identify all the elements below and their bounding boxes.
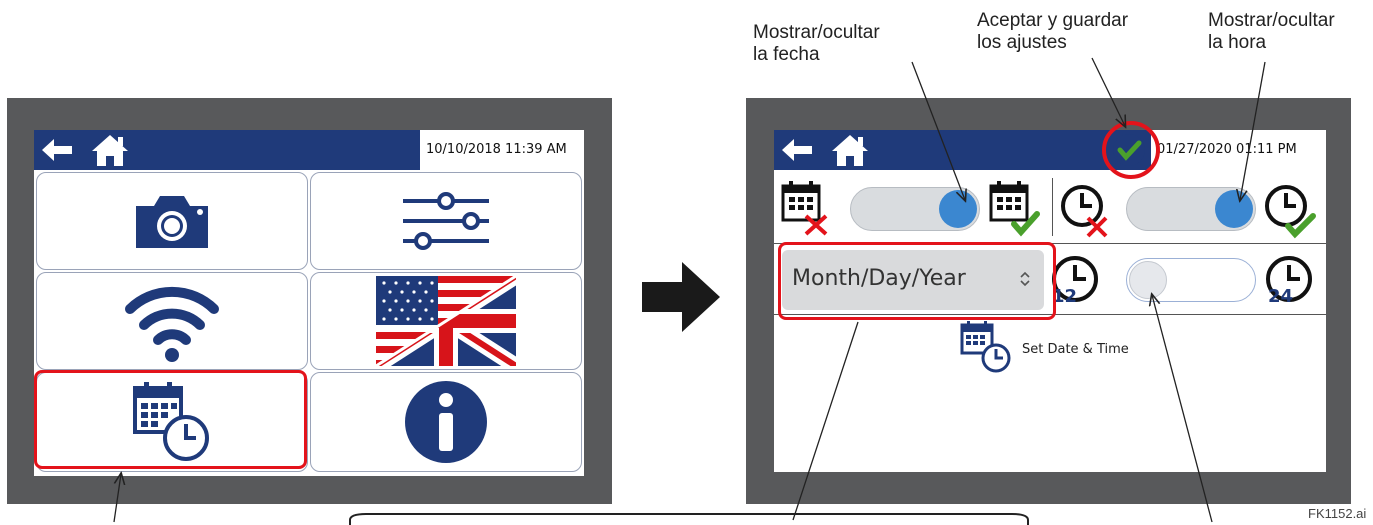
figure-id: FK1152.ai bbox=[1308, 506, 1367, 521]
leader-show-date bbox=[911, 61, 965, 200]
leader-date-time-tile bbox=[113, 474, 121, 523]
leader-lines bbox=[113, 57, 1266, 525]
bottom-callout-bubble bbox=[349, 513, 1029, 525]
leader-show-time bbox=[1240, 61, 1266, 200]
leader-date-format bbox=[792, 321, 859, 521]
leader-hour-format bbox=[1152, 295, 1213, 523]
leader-accept bbox=[1091, 57, 1125, 126]
